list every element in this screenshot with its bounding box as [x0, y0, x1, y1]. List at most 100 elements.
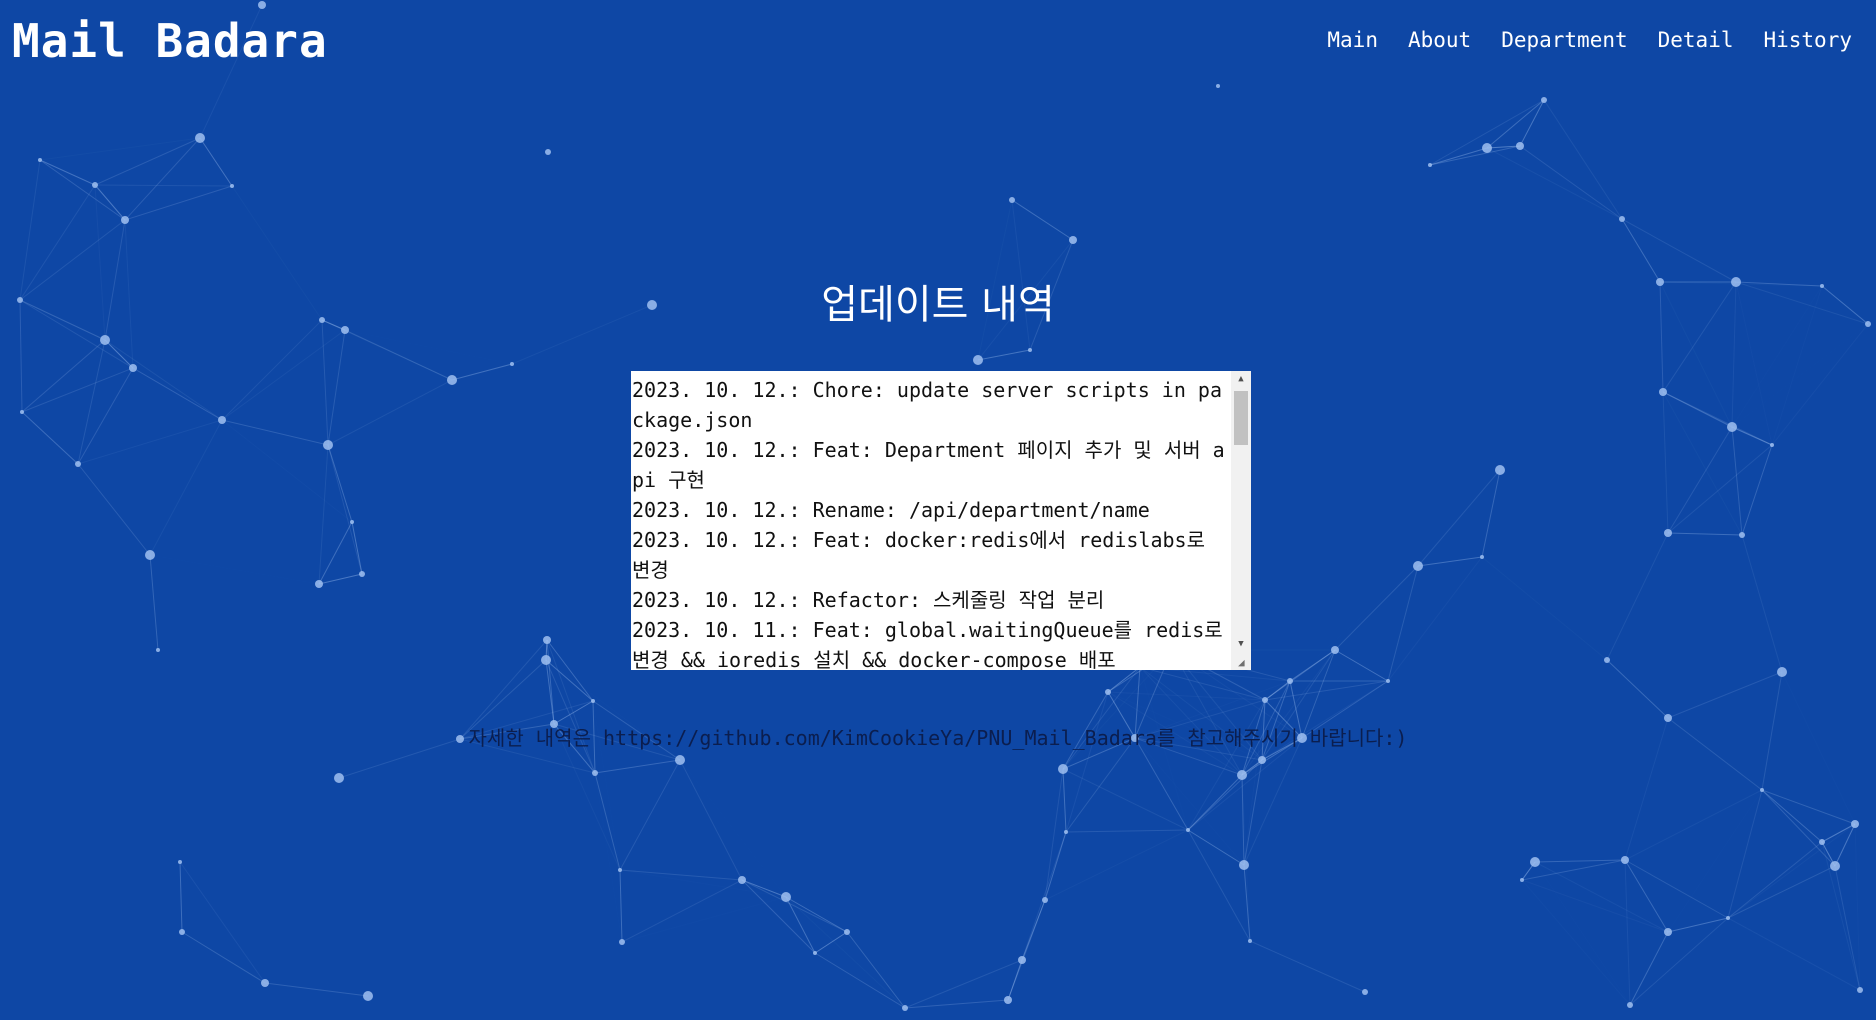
network-link: [622, 897, 786, 942]
scroll-down-arrow-icon[interactable]: ▼: [1231, 636, 1251, 653]
network-link: [1486, 99, 1545, 149]
network-link: [1481, 469, 1501, 558]
network-link: [149, 554, 159, 651]
network-link: [1065, 829, 1189, 833]
network-link: [1187, 829, 1251, 942]
network-node: [1739, 532, 1745, 538]
network-node: [813, 951, 817, 955]
network-node: [350, 520, 354, 524]
network-node: [510, 362, 514, 366]
network-node: [1495, 465, 1505, 475]
network-node: [619, 939, 625, 945]
network-node: [1186, 828, 1190, 832]
network-node: [1069, 236, 1077, 244]
network-link: [546, 639, 596, 774]
main-nav: Main About Department Detail History: [1327, 28, 1852, 52]
network-node: [1362, 989, 1368, 995]
network-link: [1741, 444, 1773, 536]
footnote-text: 자세한 내역은 https://github.com/KimCookieYa/P…: [468, 726, 1408, 750]
network-node: [1413, 561, 1423, 571]
network-link: [1624, 859, 1631, 1006]
network-node: [1830, 861, 1840, 871]
network-link: [1481, 556, 1608, 661]
network-node: [1262, 697, 1268, 703]
network-link: [1761, 789, 1823, 843]
network-link: [1761, 789, 1836, 867]
network-link: [181, 931, 266, 984]
network-node: [1541, 97, 1547, 103]
network-link: [1667, 917, 1729, 933]
brand-logo[interactable]: Mail Badara: [12, 14, 328, 68]
network-link: [1021, 831, 1067, 961]
network-link: [1187, 774, 1243, 831]
network-link: [1662, 391, 1743, 536]
network-link: [39, 159, 126, 221]
network-node: [1770, 443, 1774, 447]
network-link: [351, 521, 363, 575]
nav-detail[interactable]: Detail: [1658, 28, 1734, 52]
update-log-content[interactable]: 2023. 10. 12.: Chore: update server scri…: [631, 371, 1226, 670]
network-link: [1486, 147, 1623, 220]
network-node: [323, 440, 333, 450]
network-link: [1731, 426, 1773, 446]
network-node: [156, 648, 160, 652]
network-node: [1857, 987, 1863, 993]
network-link: [594, 772, 621, 871]
network-node: [1664, 529, 1672, 537]
network-link: [1624, 859, 1729, 919]
network-node: [541, 655, 551, 665]
network-link: [1834, 823, 1856, 867]
scroll-up-arrow-icon[interactable]: ▲: [1231, 371, 1251, 388]
network-link: [1044, 829, 1189, 901]
network-link: [621, 879, 743, 943]
network-link: [1667, 444, 1773, 534]
network-link: [546, 639, 594, 702]
network-link: [814, 952, 906, 1009]
network-node: [1726, 916, 1730, 920]
resize-grip-icon[interactable]: ◢: [1238, 657, 1250, 669]
network-node: [1777, 667, 1787, 677]
network-link: [264, 982, 369, 997]
network-link: [221, 319, 323, 421]
nav-about[interactable]: About: [1408, 28, 1471, 52]
network-link: [846, 931, 906, 1009]
network-node: [543, 636, 551, 644]
log-scrollbar[interactable]: ▲ ▼: [1231, 371, 1251, 670]
network-node: [38, 158, 42, 162]
network-node: [738, 876, 746, 884]
nav-main[interactable]: Main: [1327, 28, 1378, 52]
network-link: [179, 861, 266, 984]
scroll-thumb[interactable]: [1234, 391, 1248, 445]
log-entry: 2023. 10. 12.: Rename: /api/department/n…: [632, 498, 1150, 522]
network-link: [1243, 737, 1303, 866]
network-link: [1543, 99, 1623, 220]
network-node: [1727, 422, 1737, 432]
network-node: [1105, 689, 1111, 695]
network-node: [1428, 163, 1432, 167]
network-link: [321, 319, 329, 446]
network-link: [132, 367, 223, 421]
network-link: [318, 521, 353, 585]
network-node: [1664, 928, 1672, 936]
nav-history[interactable]: History: [1763, 28, 1852, 52]
network-link: [318, 573, 363, 585]
network-link: [1662, 391, 1773, 446]
network-node: [334, 773, 344, 783]
update-log-textarea[interactable]: 2023. 10. 12.: Chore: update server scri…: [631, 371, 1251, 670]
network-link: [104, 339, 223, 421]
network-link: [1417, 556, 1483, 567]
network-node: [618, 868, 622, 872]
network-node: [1237, 770, 1247, 780]
network-link: [1241, 649, 1336, 776]
log-entry: 2023. 10. 12.: Feat: docker:redis에서 redi…: [632, 528, 1218, 582]
network-node: [1760, 788, 1764, 792]
network-link: [1044, 768, 1064, 901]
network-node: [75, 461, 81, 467]
network-node: [1028, 348, 1032, 352]
network-link: [1334, 649, 1389, 682]
network-node: [902, 1005, 908, 1011]
network-link: [1062, 768, 1067, 833]
nav-department[interactable]: Department: [1501, 28, 1627, 52]
network-link: [1062, 666, 1141, 770]
network-node: [675, 755, 685, 765]
